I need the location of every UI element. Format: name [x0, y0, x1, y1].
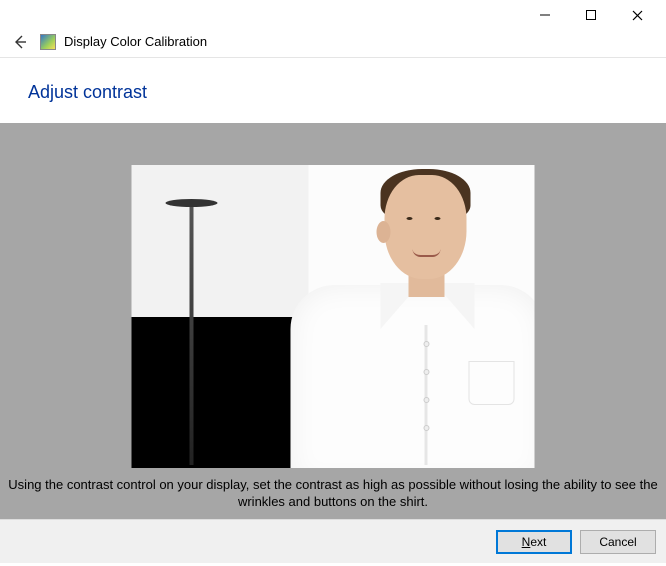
content-area: Using the contrast control on your displ…: [0, 123, 666, 519]
app-title: Display Color Calibration: [64, 34, 207, 49]
cancel-button[interactable]: Cancel: [580, 530, 656, 554]
next-button[interactable]: Next: [496, 530, 572, 554]
header-bar: Display Color Calibration: [0, 30, 666, 58]
contrast-sample-image: [132, 165, 535, 468]
heading-area: Adjust contrast: [0, 58, 666, 123]
close-button[interactable]: [614, 3, 660, 27]
maximize-button[interactable]: [568, 3, 614, 27]
page-heading: Adjust contrast: [28, 82, 666, 103]
back-button[interactable]: [8, 30, 32, 54]
button-bar: Next Cancel: [0, 519, 666, 563]
window-titlebar: [0, 0, 666, 30]
instruction-text: Using the contrast control on your displ…: [0, 476, 666, 511]
app-icon: [40, 34, 56, 50]
minimize-button[interactable]: [522, 3, 568, 27]
